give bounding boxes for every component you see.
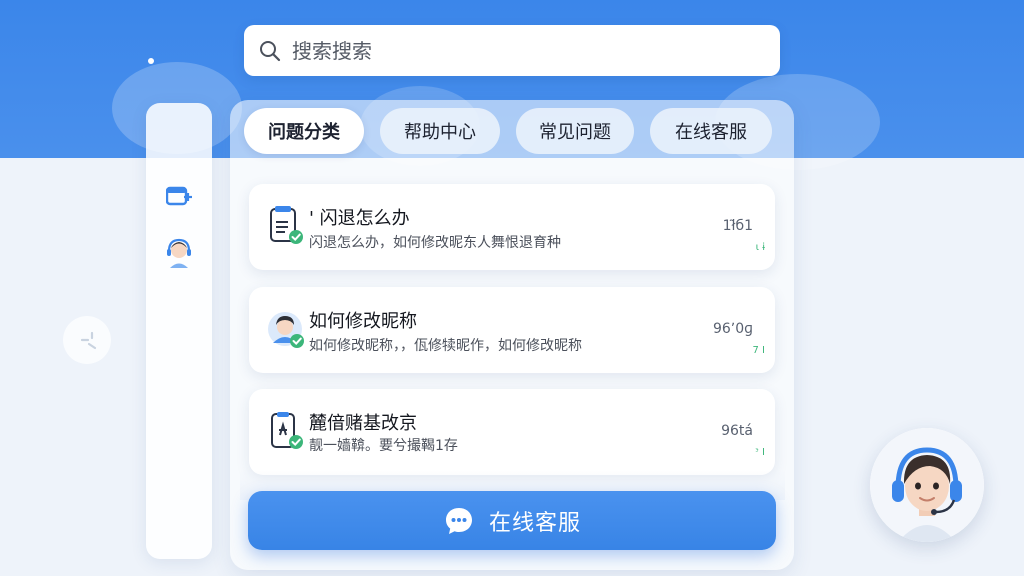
tab-faq[interactable]: 常见问题 <box>516 108 634 154</box>
question-count: 96tá <box>721 423 753 439</box>
phone-app-icon <box>267 411 305 451</box>
list-item[interactable]: 如何修改昵称 如何修改昵称，，佤修犊昵作，如何修改昵称 96ʼ0ɡ 7 I <box>249 287 775 373</box>
question-title: 如何修改昵称 <box>309 311 417 332</box>
support-agent-icon[interactable] <box>165 238 193 268</box>
tab-category[interactable]: 问题分类 <box>244 108 364 154</box>
question-title: 麓偣赌基改京 <box>309 413 417 434</box>
support-agent-avatar-icon[interactable] <box>870 428 984 542</box>
search-icon <box>260 40 281 61</box>
list-item[interactable]: ' 闪退怎么办 闪退怎么办，如何修改昵东人舞恨退育种 1ł̃б1 ɩ ɨ <box>249 184 775 270</box>
question-mark: ᵌ I <box>755 447 765 458</box>
search-input[interactable] <box>292 38 732 63</box>
tab-help-center[interactable]: 帮助中心 <box>380 108 500 154</box>
question-count: 96ʼ0ɡ <box>712 321 753 337</box>
user-avatar-icon <box>267 309 305 349</box>
question-mark: 7 I <box>752 345 766 356</box>
document-check-icon <box>267 206 305 246</box>
online-service-button[interactable]: 在线客服 <box>248 491 776 550</box>
side-rail <box>146 103 212 559</box>
question-count: 1ł̃б1 <box>722 218 753 234</box>
search-bar[interactable] <box>244 25 780 76</box>
question-subtitle: 闪退怎么办，如何修改昵东人舞恨退育种 <box>309 235 561 251</box>
decor-sparkle <box>148 58 154 64</box>
question-subtitle: 靓一嫱鞥。要兮撮鞨1存 <box>309 438 458 454</box>
question-subtitle: 如何修改昵称，，佤修犊昵作，如何修改昵称 <box>309 338 582 354</box>
question-title: ' 闪退怎么办 <box>309 208 410 229</box>
list-item[interactable]: 麓偣赌基改京 靓一嫱鞥。要兮撮鞨1存 96tá ᵌ I <box>249 389 775 475</box>
question-mark: ɩ ɨ <box>755 242 765 253</box>
online-service-label: 在线客服 <box>488 510 581 536</box>
tab-online-service[interactable]: 在线客服 <box>650 108 772 154</box>
drag-handle-icon[interactable] <box>63 316 111 364</box>
window-add-icon[interactable] <box>165 182 193 210</box>
chat-bubble-icon <box>443 505 475 537</box>
